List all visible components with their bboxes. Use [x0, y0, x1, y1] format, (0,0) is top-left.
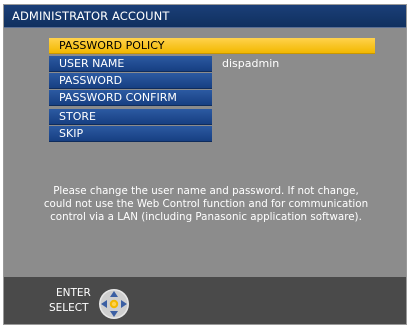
- menu-item-store[interactable]: STORE: [49, 109, 212, 125]
- user-name-value: dispadmin: [222, 57, 280, 70]
- bottom-hint-bar: ENTER SELECT: [4, 277, 406, 324]
- menu-item-user-name[interactable]: USER NAME: [49, 56, 212, 72]
- admin-account-screen: ADMINISTRATOR ACCOUNT PASSWORD POLICY US…: [3, 4, 407, 325]
- menu-item-skip[interactable]: SKIP: [49, 126, 212, 142]
- warning-message: Please change the user name and password…: [24, 185, 388, 224]
- message-line-2: could not use the Web Control function a…: [43, 198, 369, 210]
- dpad-icon: [99, 289, 129, 319]
- menu-item-password[interactable]: PASSWORD: [49, 73, 212, 89]
- title-divider: [4, 27, 406, 28]
- message-line-1: Please change the user name and password…: [53, 185, 359, 197]
- menu-item-password-confirm[interactable]: PASSWORD CONFIRM: [49, 90, 212, 106]
- select-hint: SELECT: [49, 302, 89, 314]
- message-line-3: control via a LAN (including Panasonic a…: [50, 211, 362, 223]
- window-title: ADMINISTRATOR ACCOUNT: [4, 5, 406, 27]
- enter-hint: ENTER: [56, 287, 91, 299]
- menu-item-password-policy[interactable]: PASSWORD POLICY: [49, 38, 375, 54]
